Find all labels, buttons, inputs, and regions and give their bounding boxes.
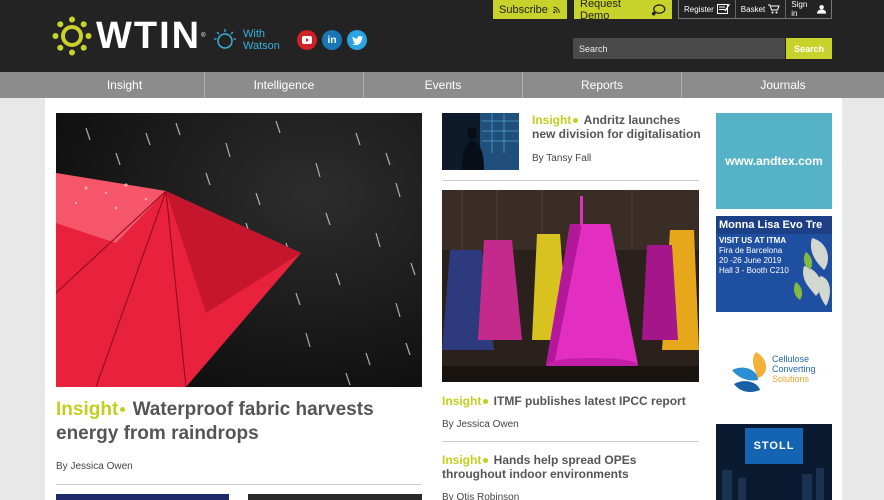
watson-line2: Watson	[243, 40, 280, 52]
chat-icon	[652, 3, 666, 16]
article-kicker: Insight	[442, 453, 482, 467]
basket-label: Basket	[740, 4, 766, 14]
subscribe-button[interactable]: Subscribe	[493, 0, 567, 19]
site-header: WTIN ® With Watson in Subscribe Request …	[0, 0, 884, 72]
nav-journals[interactable]: Journals	[682, 72, 884, 98]
monna-lisa-ad[interactable]: Monna Lisa Evo Tre VISIT US AT ITMA Fira…	[716, 216, 832, 312]
ad-line: VISIT US AT ITMA	[719, 236, 787, 245]
demo-label: Request Demo	[580, 0, 621, 22]
article-thumb[interactable]	[248, 494, 422, 500]
stoll-ad[interactable]: STOLL	[716, 424, 832, 500]
kicker-dot	[483, 458, 489, 464]
ad-line: Fira de Barcelona	[719, 246, 783, 255]
main-nav: Insight Intelligence Events Reports Jour…	[0, 72, 884, 98]
yarn-cones-image[interactable]	[442, 190, 699, 382]
sun-logo-icon	[52, 16, 92, 56]
basket-link[interactable]: Basket	[736, 0, 787, 18]
search-input[interactable]	[573, 38, 785, 59]
ad-line: Converting	[772, 364, 816, 374]
divider	[442, 441, 699, 442]
twitter-icon[interactable]	[347, 30, 367, 50]
rss-icon	[553, 6, 560, 13]
article-kicker: Insight	[442, 394, 482, 408]
stoll-logo: STOLL	[745, 428, 803, 464]
article-title-block[interactable]: Insight Andritz launches new division fo…	[532, 113, 702, 141]
register-icon	[716, 4, 730, 14]
cellulose-logo-icon	[732, 352, 767, 392]
article-thumb[interactable]	[56, 494, 229, 500]
divider	[442, 180, 699, 181]
article-byline: By Tansy Fall	[532, 153, 592, 164]
logo-text: WTIN	[96, 15, 202, 57]
register-label: Register	[684, 4, 714, 14]
nav-intelligence[interactable]: Intelligence	[205, 72, 364, 98]
subscribe-label: Subscribe	[499, 3, 548, 16]
linkedin-icon[interactable]: in	[322, 30, 342, 50]
watson-line1: With	[243, 28, 265, 40]
user-icon	[816, 4, 826, 14]
ad-line: Solutions	[772, 374, 810, 384]
watson-badge: With Watson	[213, 28, 280, 52]
ad-background	[722, 468, 824, 500]
main-article-title-block[interactable]: Insight Waterproof fabric harvests energ…	[56, 398, 422, 446]
article-title-block[interactable]: Insight Hands help spread OPEs throughou…	[442, 453, 699, 481]
cart-icon	[768, 4, 780, 14]
cellulose-converting-ad[interactable]: Cellulose Converting Solutions	[716, 320, 832, 416]
article-kicker: Insight	[532, 113, 572, 127]
article-byline: By Jessica Owen	[442, 419, 519, 430]
ad-title: Monna Lisa Evo Tre	[719, 219, 823, 231]
account-bar: Register Basket Sign in	[678, 0, 832, 19]
cellulose-text: Cellulose Converting Solutions	[772, 354, 816, 384]
nav-events[interactable]: Events	[364, 72, 523, 98]
wtin-logo[interactable]: WTIN ®	[52, 16, 206, 56]
article-title: ITMF publishes latest IPCC report	[493, 394, 686, 408]
request-demo-button[interactable]: Request Demo	[574, 0, 672, 22]
kicker-dot	[483, 399, 489, 405]
register-link[interactable]: Register	[679, 0, 736, 18]
andtex-ad[interactable]: www.andtex.com	[716, 113, 832, 209]
article-byline: By Otis Robinson	[442, 492, 520, 500]
nav-insight[interactable]: Insight	[0, 72, 205, 98]
andtex-url: www.andtex.com	[725, 154, 823, 168]
kicker-dot	[573, 118, 579, 124]
signin-link[interactable]: Sign in	[786, 0, 831, 18]
signin-label: Sign in	[791, 0, 808, 18]
youtube-icon[interactable]	[297, 30, 317, 50]
watson-icon	[214, 29, 236, 49]
umbrella-rain-image[interactable]	[56, 113, 422, 387]
digital-man-image[interactable]	[442, 113, 519, 170]
ad-line: Hall 3 - Booth C210	[719, 266, 789, 275]
main-kicker: Insight	[56, 399, 119, 420]
ad-details: VISIT US AT ITMA Fira de Barcelona 20 -2…	[719, 236, 789, 276]
article-title-block[interactable]: Insight ITMF publishes latest IPCC repor…	[442, 394, 699, 408]
kicker-dot	[120, 407, 126, 413]
ad-line: Cellulose	[772, 354, 810, 364]
registered-mark: ®	[201, 33, 206, 39]
ad-line: 20 -26 June 2019	[719, 256, 782, 265]
divider	[56, 484, 422, 485]
main-byline: By Jessica Owen	[56, 461, 133, 472]
nav-reports[interactable]: Reports	[523, 72, 682, 98]
search-button[interactable]: Search	[786, 38, 832, 59]
